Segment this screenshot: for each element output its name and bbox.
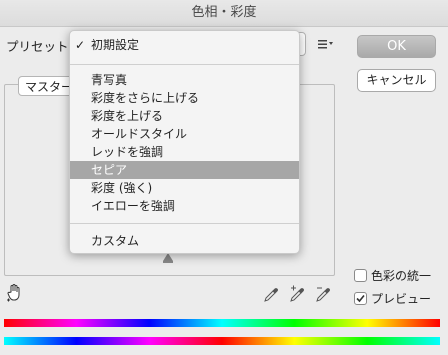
menu-item[interactable]: イエローを強調 — [70, 197, 299, 215]
preset-options-icon[interactable] — [316, 36, 334, 52]
eyedropper-icon[interactable] — [263, 285, 279, 303]
menu-separator — [70, 223, 299, 224]
ok-button[interactable]: OK — [357, 35, 436, 58]
menu-separator — [70, 64, 299, 65]
targeted-adjust-hand-icon[interactable] — [6, 283, 24, 303]
menu-item[interactable]: 彩度 (強く) — [70, 179, 299, 197]
hue-input-bar — [4, 319, 440, 327]
menu-item[interactable]: レッドを強調 — [70, 143, 299, 161]
cancel-button[interactable]: キャンセル — [357, 69, 436, 92]
menu-item-custom[interactable]: カスタム — [70, 232, 299, 250]
checkmark-icon: ✓ — [75, 38, 86, 52]
window-title: 色相・彩度 — [191, 5, 257, 20]
menu-item-selected[interactable]: セピア — [70, 161, 299, 179]
colorize-checkbox[interactable] — [354, 269, 367, 282]
colorize-label: 色彩の統一 — [371, 269, 432, 283]
slider-base — [163, 261, 173, 263]
preview-label: プレビュー — [371, 292, 432, 306]
menu-item[interactable]: 彩度を上げる — [70, 107, 299, 125]
menu-item[interactable]: 青写真 — [70, 71, 299, 89]
eyedropper-subtract-icon[interactable] — [315, 285, 331, 303]
hue-output-bar — [4, 337, 440, 345]
menu-item-default[interactable]: ✓ 初期設定 — [70, 36, 299, 54]
menu-item[interactable]: オールドスタイル — [70, 125, 299, 143]
preset-menu: ✓ 初期設定 青写真 彩度をさらに上げる 彩度を上げる オールドスタイル レッド… — [69, 30, 300, 254]
menu-item[interactable]: 彩度をさらに上げる — [70, 89, 299, 107]
preview-checkbox[interactable] — [354, 292, 367, 305]
eyedropper-add-icon[interactable] — [289, 285, 305, 303]
slider-thumb[interactable] — [163, 253, 173, 261]
